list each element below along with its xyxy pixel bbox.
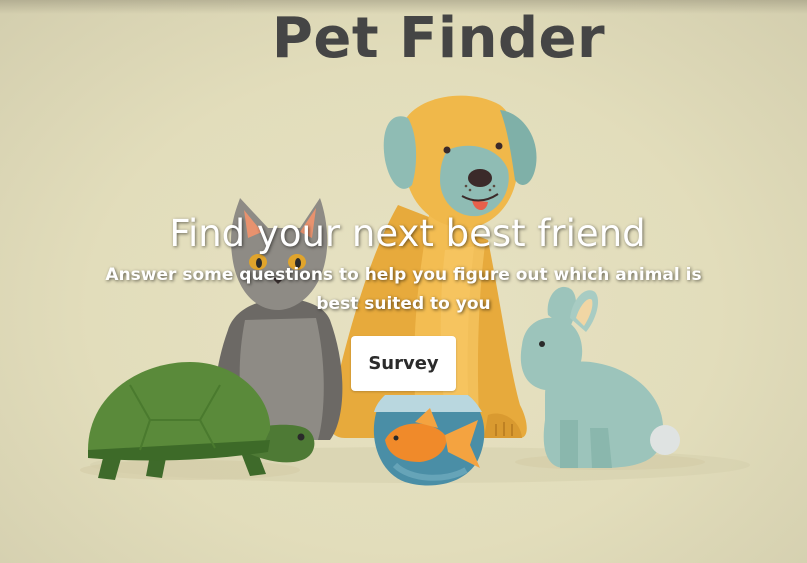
landing-page: Pet Finder Find your next best friend An…	[0, 0, 807, 563]
page-title: Pet Finder	[271, 6, 606, 71]
hero-heading: Find your next best friend	[169, 212, 646, 255]
survey-button[interactable]: Survey	[351, 336, 456, 391]
hero-section: Find your next best friend Answer some q…	[0, 212, 807, 391]
hero-subheading: Answer some questions to help you figure…	[105, 265, 702, 314]
goldfish-bowl-icon	[373, 395, 485, 486]
